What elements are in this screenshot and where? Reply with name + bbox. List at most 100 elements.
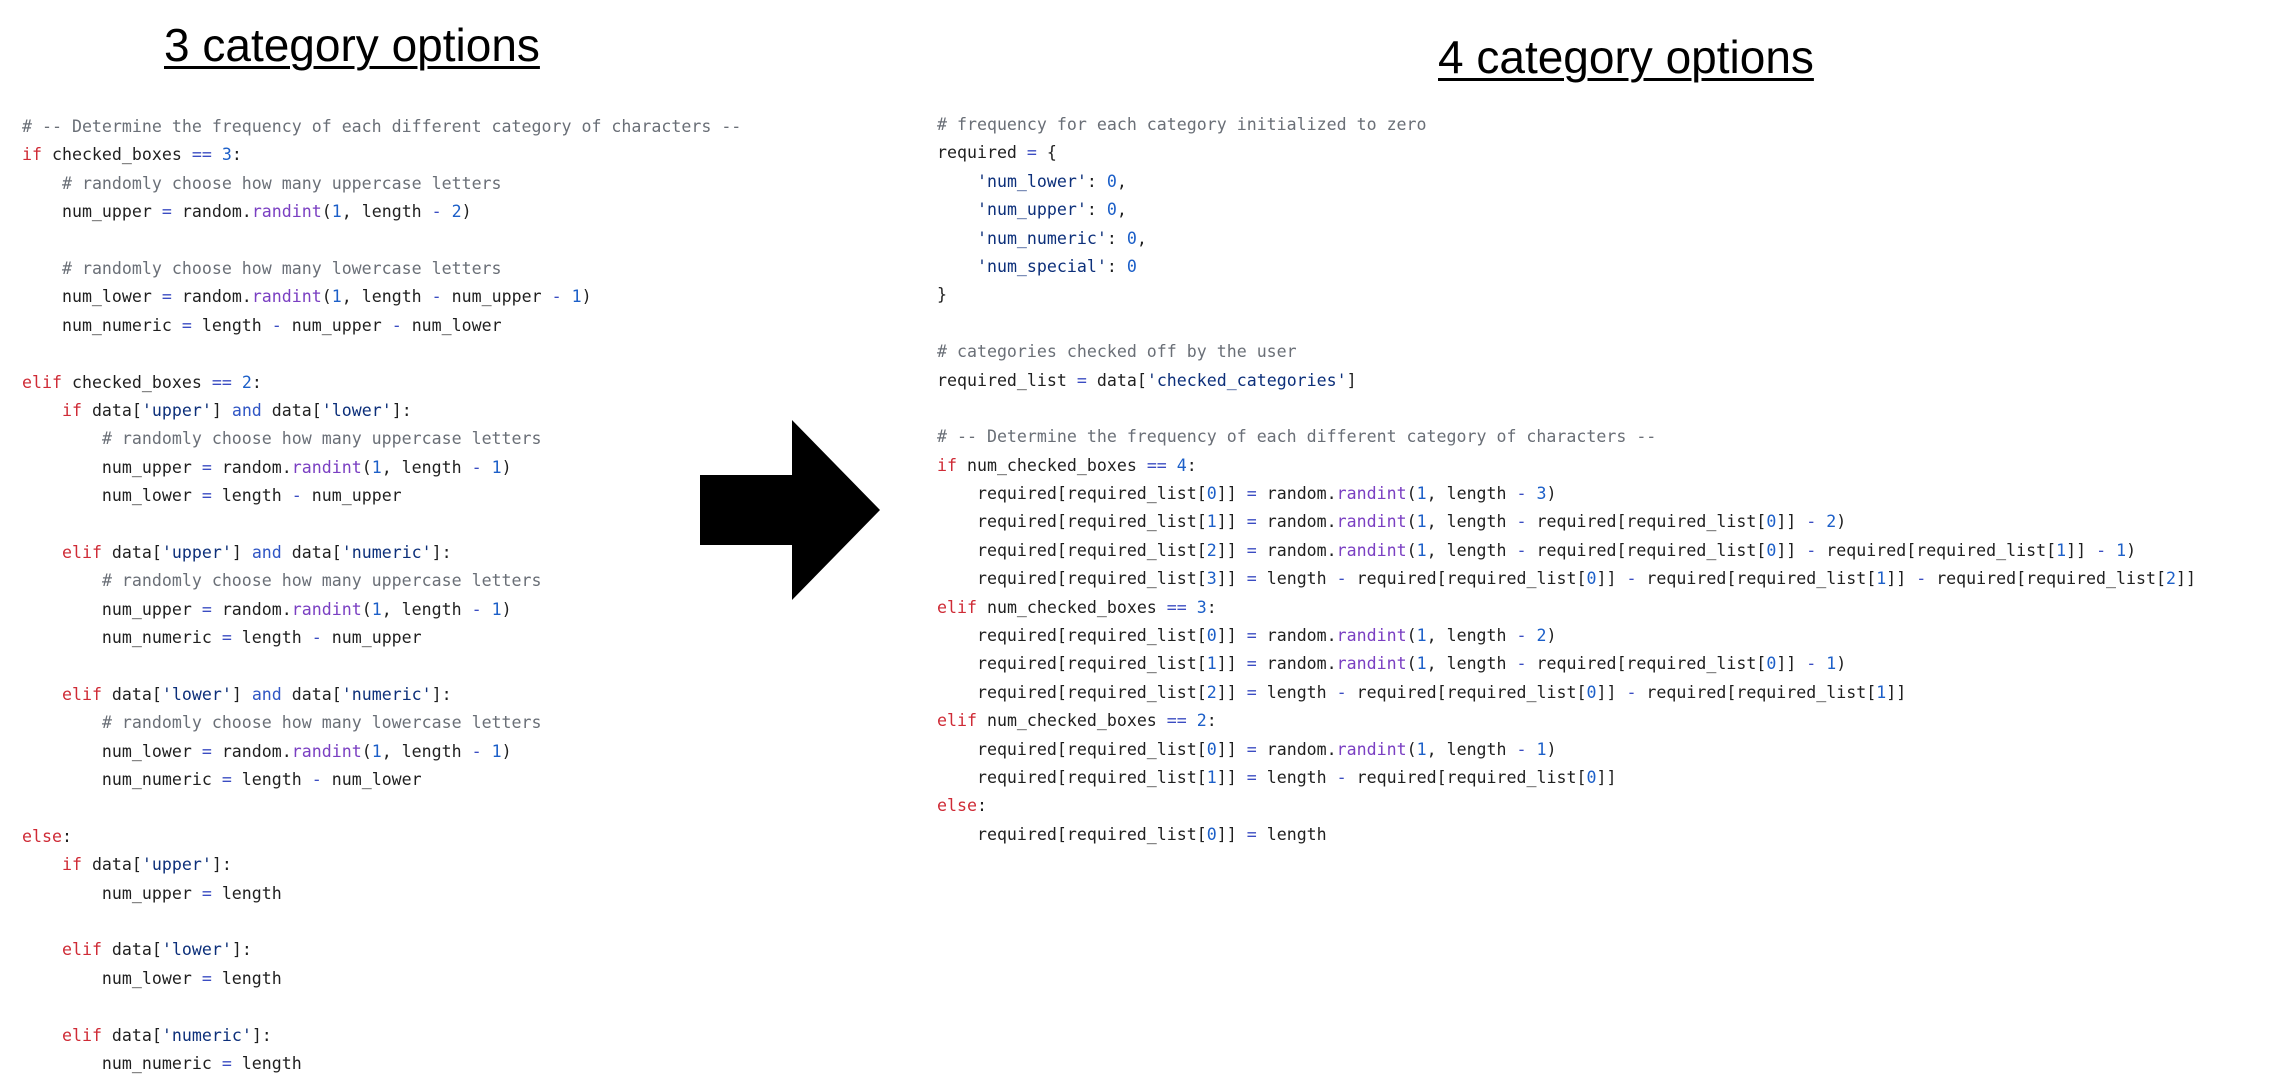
code-text: ( [321,202,332,222]
code-number: 1 [1416,626,1427,646]
code-text: random. [211,457,292,477]
code-function: randint [1336,512,1407,532]
code-text: num_upper [22,883,202,903]
code-text: length [231,769,312,789]
code-number: 3 [1196,597,1207,617]
code-text: required[required_list[ [937,767,1207,787]
right-arrow-icon [700,420,880,600]
code-text: num_numeric [22,769,222,789]
code-function: randint [251,287,322,307]
code-text: ) [1546,484,1557,504]
code-text: required[required_list[ [937,824,1207,844]
code-text: ( [1406,484,1417,504]
code-text: , length [1426,654,1517,674]
code-text: ] [231,542,252,562]
code-text: ]] [1216,540,1247,560]
code-text: random. [1256,654,1337,674]
code-operator: = [1246,824,1257,844]
code-line: num_upper = random.randint(1, length - 1… [22,596,741,624]
code-number: 1 [371,457,382,477]
code-operator: = [201,457,212,477]
code-text: ]] [1216,569,1247,589]
code-string: 'lower' [321,400,392,420]
code-text: : [231,145,242,165]
code-line: num_lower = length - num_upper [22,482,741,510]
code-text: } [937,285,947,305]
code-line: elif data['lower'] and data['numeric']: [22,681,741,709]
code-string: 'num_upper' [976,200,1087,220]
code-text: ]] [1886,682,1907,702]
code-number: 0 [1586,569,1597,589]
code-number: 1 [491,599,502,619]
code-text: ) [2126,540,2137,560]
code-comment: # randomly choose how many uppercase let… [101,429,542,449]
code-comment: # -- Determine the frequency of each dif… [22,117,742,136]
code-text: num_upper [321,628,422,648]
code-function: randint [1336,540,1407,560]
code-text: required[required_list[ [1526,654,1767,674]
code-text: length [231,1053,302,1073]
code-text: required[required_list[ [937,654,1207,674]
code-string: 'numeric' [341,684,432,704]
code-operator: - [1516,654,1527,674]
code-text: , length [1426,739,1517,759]
code-number: 1 [1206,512,1217,532]
code-number: 1 [1536,739,1547,759]
code-text: , length [381,457,472,477]
code-comment: # frequency for each category initialize… [937,115,1427,134]
code-text: ) [501,599,512,619]
code-number: 1 [2056,540,2067,560]
code-line: # randomly choose how many lowercase let… [22,255,741,283]
code-text: random. [1256,739,1337,759]
code-number: 1 [1416,512,1427,532]
code-number: 1 [571,287,582,307]
code-line: required[required_list[1]] = length - re… [937,764,2196,792]
code-text: : [1106,228,1127,248]
code-keyword: elif [61,542,102,562]
code-function: randint [291,599,362,619]
code-operator: = [201,883,212,903]
code-text: ]] [1596,767,1617,787]
code-number: 0 [1126,228,1137,248]
code-keyword: else [22,826,62,846]
code-operator: = [1246,767,1257,787]
code-text: ]] [1216,824,1247,844]
code-operator: = [181,315,192,335]
code-operator: = [161,202,172,222]
code-text: length [211,486,292,506]
code-text: data[ [101,684,162,704]
code-text: , length [1426,626,1517,646]
code-text: : [1206,711,1217,731]
code-operator: = [1246,654,1257,674]
code-text: ]] [1216,512,1247,532]
code-text: num_upper [22,202,162,222]
code-operator: - [471,741,482,761]
code-operator: == [1146,455,1167,475]
code-line: # randomly choose how many uppercase let… [22,170,741,198]
code-text: data[ [281,542,342,562]
code-operator: - [2096,540,2107,560]
code-text: required[required_list[ [1346,569,1587,589]
code-text: ( [361,599,372,619]
code-number: 1 [331,202,342,222]
code-keyword: elif [22,372,62,392]
code-text: required_list [937,370,1077,390]
code-number: 3 [1536,484,1547,504]
code-line: required = { [937,139,2196,167]
code-number: 0 [1206,824,1217,844]
code-number: 2 [1196,711,1207,731]
code-text: , [1116,200,1127,220]
